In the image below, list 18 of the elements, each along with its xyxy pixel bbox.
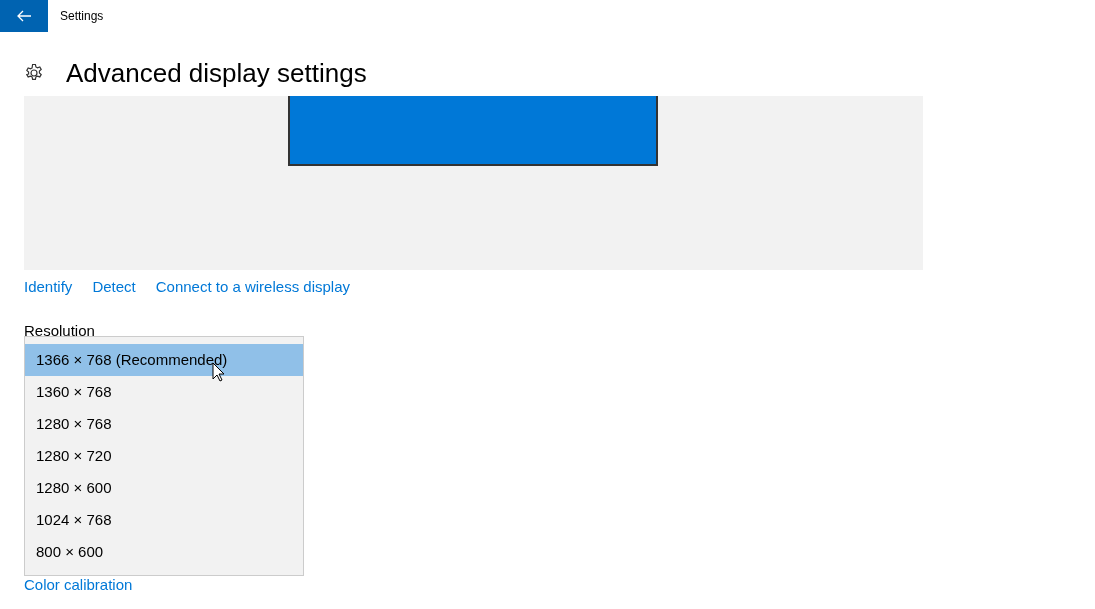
resolution-option[interactable]: 800 × 600 bbox=[25, 536, 303, 568]
color-calibration-link[interactable]: Color calibration bbox=[24, 575, 133, 593]
settings-icon bbox=[24, 63, 44, 83]
resolution-option[interactable]: 1280 × 600 bbox=[25, 472, 303, 504]
resolution-option[interactable]: 1280 × 768 bbox=[25, 408, 303, 440]
resolution-label: Resolution bbox=[24, 321, 95, 339]
link[interactable]: Connect to a wireless display bbox=[155, 276, 350, 299]
back-arrow-icon bbox=[17, 10, 31, 22]
resolution-option[interactable]: 1360 × 768 bbox=[25, 376, 303, 408]
monitor-tile[interactable] bbox=[288, 96, 658, 166]
resolution-option[interactable]: 1024 × 768 bbox=[25, 504, 303, 536]
back-button[interactable] bbox=[0, 0, 48, 32]
page-title: Advanced display settings bbox=[66, 60, 367, 86]
window-title: Settings bbox=[60, 8, 104, 25]
resolution-option[interactable]: 1366 × 768 (Recommended) bbox=[25, 344, 303, 376]
resolution-option[interactable]: 1280 × 720 bbox=[25, 440, 303, 472]
link[interactable]: Identify bbox=[24, 276, 73, 299]
link[interactable]: Detect bbox=[92, 276, 136, 299]
